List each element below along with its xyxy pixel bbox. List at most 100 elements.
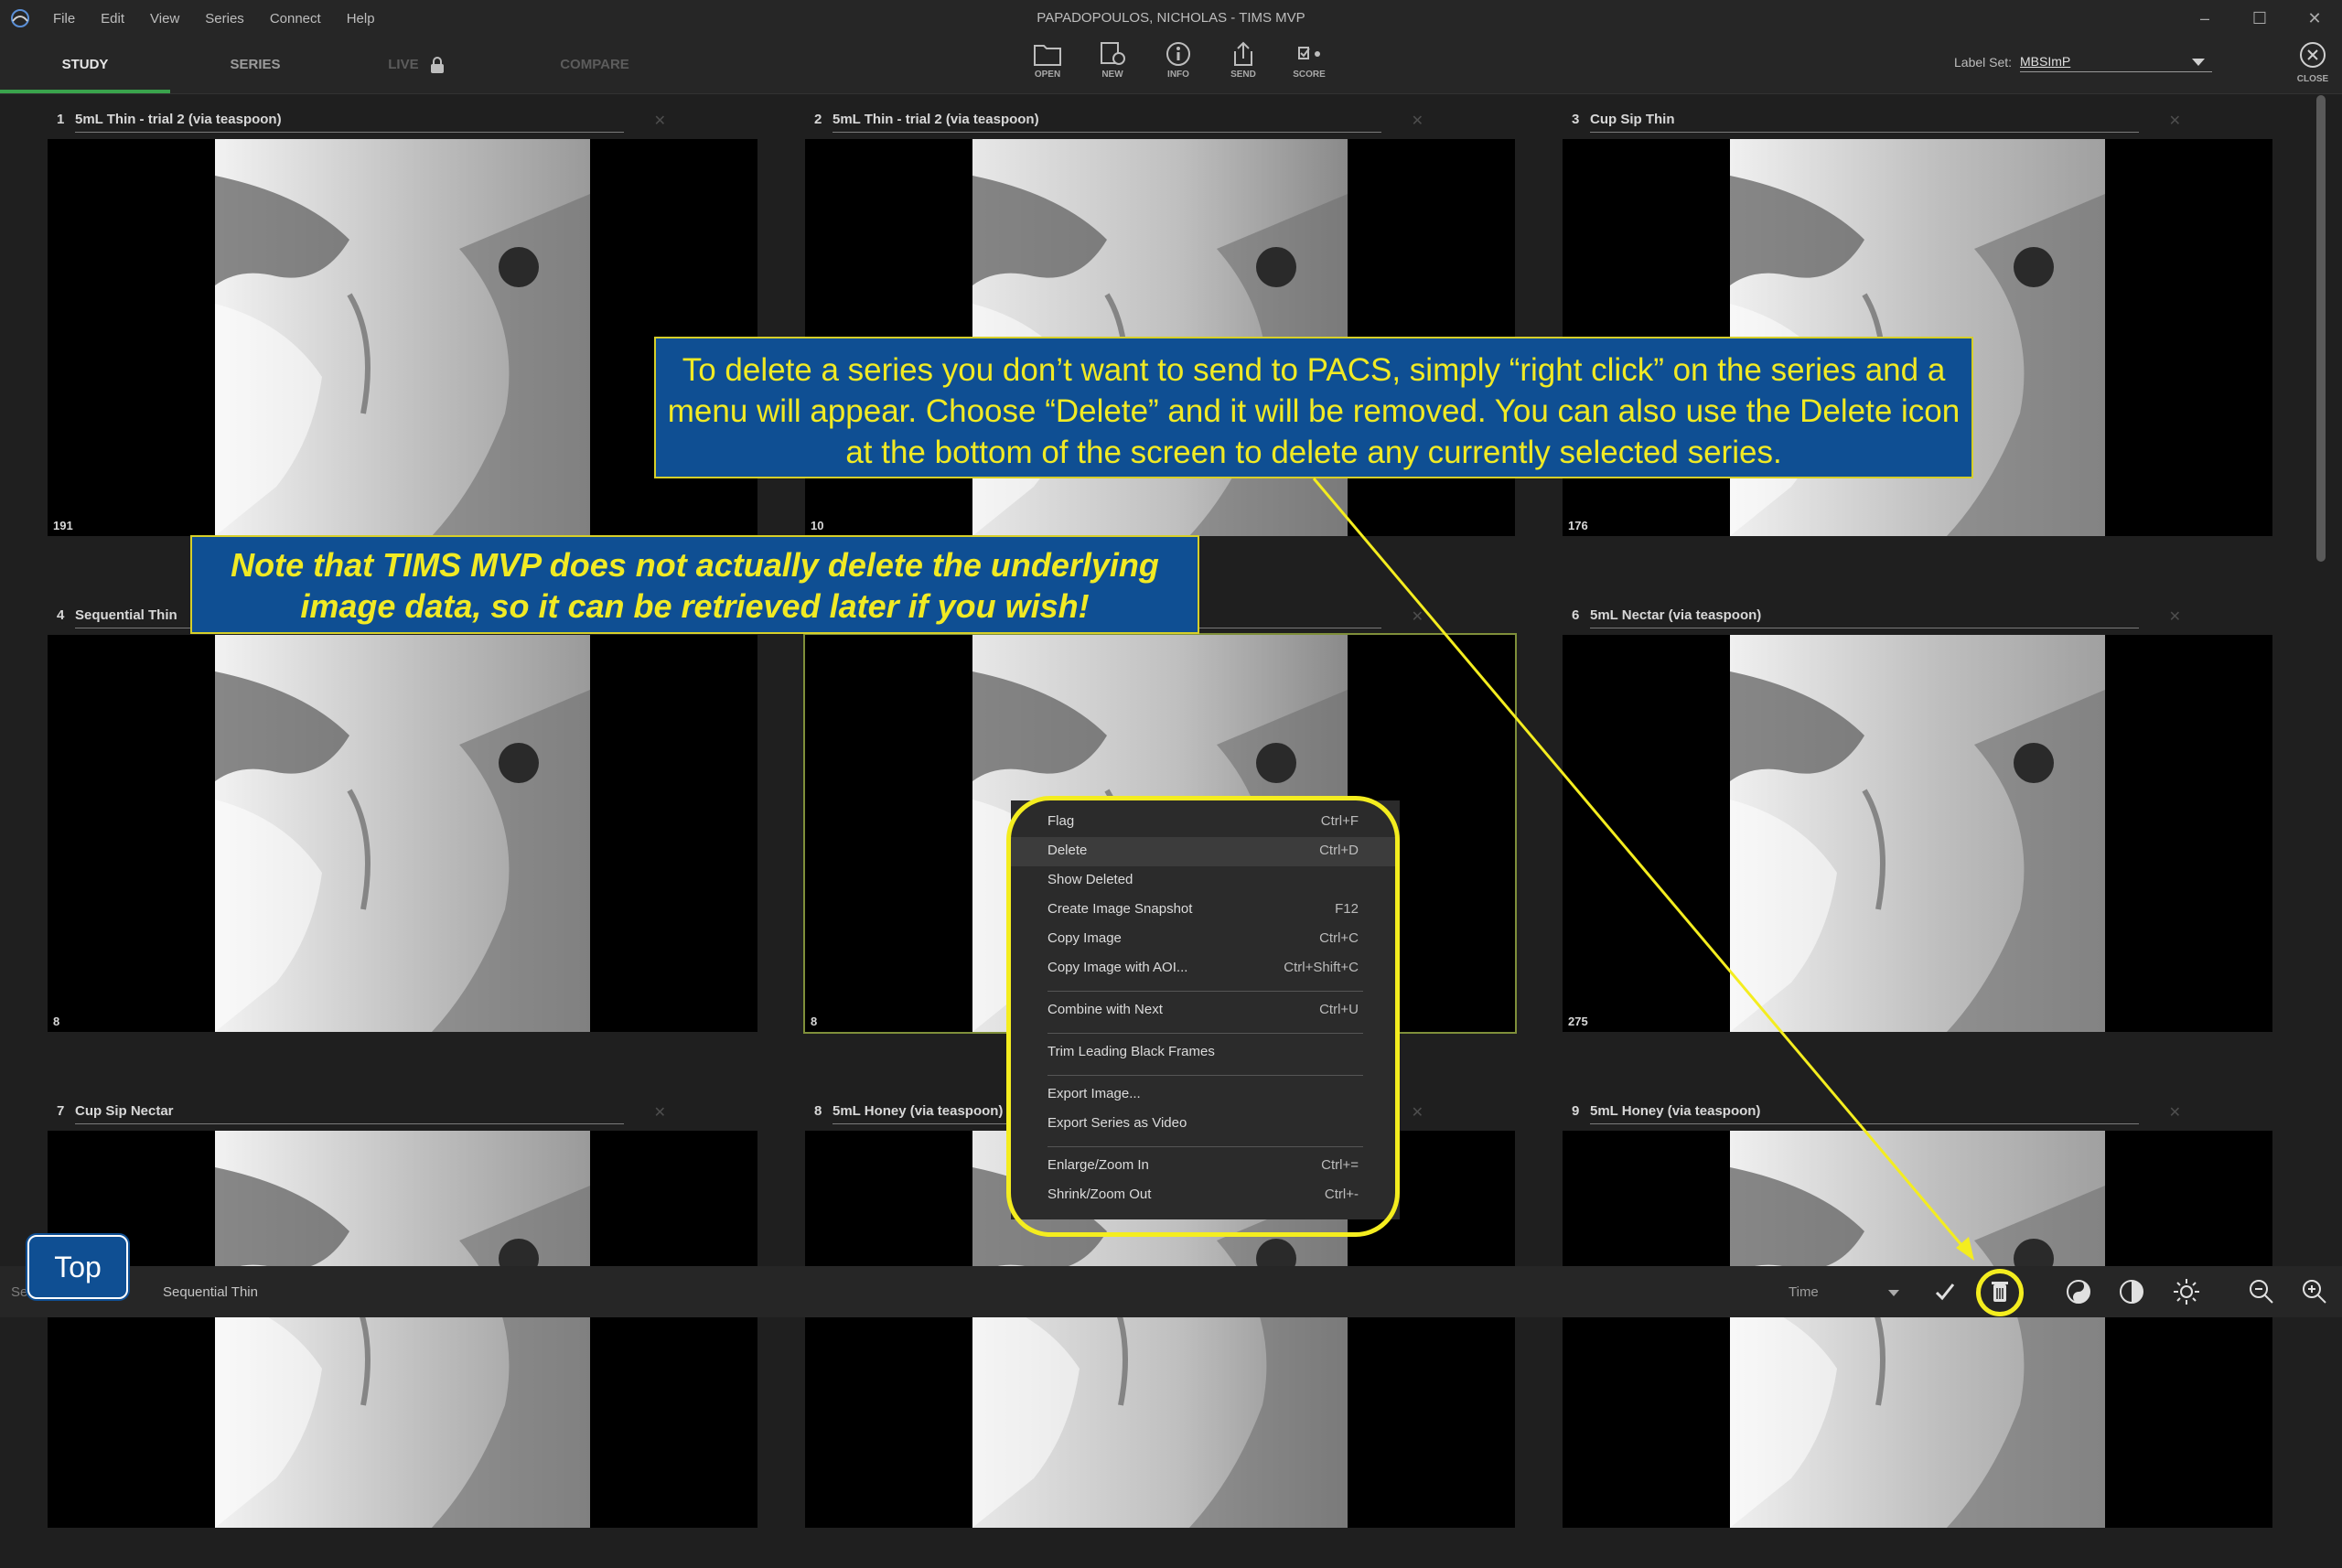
series-number: 3 — [1572, 112, 1580, 127]
title-bar: File Edit View Series Connect Help PAPAD… — [0, 0, 2342, 37]
score-icon — [1298, 47, 1320, 59]
menu-file[interactable]: File — [53, 11, 75, 27]
close-window-button[interactable]: ✕ — [2287, 0, 2342, 37]
tab-study[interactable]: STUDY — [0, 37, 170, 93]
menu-edit[interactable]: Edit — [101, 11, 124, 27]
tab-series[interactable]: SERIES — [170, 37, 340, 90]
status-series-name: Sequential Thin — [163, 1284, 258, 1300]
context-menu-highlight-ring — [1006, 796, 1400, 1237]
remove-series-icon[interactable]: ✕ — [654, 112, 666, 130]
series-tile[interactable]: 1 5mL Thin - trial 2 (via teaspoon) ✕ 191 — [48, 108, 757, 576]
close-study-button[interactable]: CLOSE — [2289, 40, 2337, 88]
series-title[interactable]: 5mL Honey (via teaspoon) — [1590, 1103, 1760, 1119]
series-number: 7 — [57, 1103, 65, 1119]
series-tile-header: 2 5mL Thin - trial 2 (via teaspoon) ✕ — [805, 108, 1515, 134]
brightness-icon[interactable] — [2170, 1275, 2203, 1308]
minimize-button[interactable]: – — [2177, 0, 2232, 37]
frame-count: 8 — [53, 1015, 60, 1028]
series-title[interactable]: Cup Sip Nectar — [75, 1103, 174, 1119]
frame-count: 10 — [811, 519, 824, 532]
series-number: 8 — [814, 1103, 822, 1119]
trash-highlight-ring — [1976, 1269, 2024, 1316]
series-tile-header: 9 5mL Honey (via teaspoon) ✕ — [1563, 1100, 2272, 1125]
tab-live[interactable]: LIVE — [366, 37, 467, 90]
menu-series[interactable]: Series — [205, 11, 244, 27]
menu-bar: File Edit View Series Connect Help — [53, 0, 401, 37]
series-tile-header: 1 5mL Thin - trial 2 (via teaspoon) ✕ — [48, 108, 757, 134]
score-label: SCORE — [1293, 70, 1326, 80]
remove-series-icon[interactable]: ✕ — [1412, 607, 1423, 626]
invert-icon[interactable] — [2062, 1275, 2095, 1308]
xray-frame — [1730, 1131, 2105, 1528]
frame-count: 176 — [1568, 519, 1588, 532]
remove-series-icon[interactable]: ✕ — [2169, 1103, 2181, 1122]
series-number: 2 — [814, 112, 822, 127]
series-number: 1 — [57, 112, 65, 127]
series-title[interactable]: 5mL Honey (via teaspoon) — [833, 1103, 1003, 1119]
xray-frame — [1730, 635, 2105, 1032]
top-button[interactable]: Top — [27, 1235, 128, 1299]
series-title-underline — [1590, 132, 2139, 133]
xray-image[interactable]: 275 — [1563, 635, 2272, 1032]
close-circle-icon — [2300, 42, 2326, 68]
vertical-scrollbar[interactable] — [2316, 95, 2326, 562]
series-title[interactable]: 5mL Thin - trial 2 (via teaspoon) — [75, 112, 282, 127]
menu-help[interactable]: Help — [347, 11, 375, 27]
window-controls: – ☐ ✕ — [2177, 0, 2342, 37]
series-title[interactable]: Sequential Thin — [75, 607, 177, 623]
zoom-in-icon[interactable] — [2298, 1275, 2331, 1308]
frame-count: 8 — [811, 1015, 818, 1028]
menu-view[interactable]: View — [150, 11, 179, 27]
new-label: NEW — [1101, 70, 1123, 80]
label-set-dropdown[interactable]: MBSImP — [2020, 51, 2212, 72]
score-button[interactable]: SCORE — [1284, 40, 1335, 88]
remove-series-icon[interactable]: ✕ — [654, 1103, 666, 1122]
xray-image[interactable] — [48, 1131, 757, 1528]
xray-image[interactable] — [1563, 1131, 2272, 1528]
remove-series-icon[interactable]: ✕ — [2169, 112, 2181, 130]
series-tile[interactable]: 9 5mL Honey (via teaspoon) ✕ — [1563, 1100, 2272, 1568]
chevron-down-icon[interactable] — [2192, 59, 2205, 66]
open-button[interactable]: OPEN — [1022, 40, 1073, 88]
tab-live-label: LIVE — [388, 57, 419, 72]
series-title[interactable]: 5mL Thin - trial 2 (via teaspoon) — [833, 112, 1039, 127]
close-label: CLOSE — [2296, 74, 2329, 84]
series-title-underline — [75, 132, 624, 133]
zoom-out-icon[interactable] — [2245, 1275, 2278, 1308]
remove-series-icon[interactable]: ✕ — [1412, 1103, 1423, 1122]
chevron-down-icon[interactable] — [1888, 1290, 1899, 1296]
remove-series-icon[interactable]: ✕ — [2169, 607, 2181, 626]
series-title-underline — [75, 1123, 624, 1124]
send-icon — [1234, 41, 1252, 66]
send-label: SEND — [1230, 70, 1256, 80]
new-button[interactable]: NEW — [1087, 40, 1138, 88]
menu-connect[interactable]: Connect — [270, 11, 321, 27]
series-tile-header: 7 Cup Sip Nectar ✕ — [48, 1100, 757, 1125]
series-title[interactable]: 5mL Nectar (via teaspoon) — [1590, 607, 1761, 623]
series-tile[interactable]: 4Sequential Thin✕8 — [48, 604, 757, 1072]
open-label: OPEN — [1034, 70, 1061, 80]
xray-image[interactable]: 8 — [48, 635, 757, 1032]
xray-image[interactable]: 191 — [48, 139, 757, 536]
time-dropdown[interactable]: Time — [1789, 1284, 1819, 1300]
tab-compare[interactable]: COMPARE — [531, 37, 659, 90]
info-button[interactable]: INFO — [1153, 40, 1204, 88]
check-icon[interactable] — [1928, 1275, 1961, 1308]
label-set-label: Label Set: — [1954, 55, 2013, 70]
new-series-icon — [1101, 42, 1125, 65]
folder-icon — [1034, 45, 1061, 66]
send-button[interactable]: SEND — [1218, 40, 1269, 88]
maximize-button[interactable]: ☐ — [2232, 0, 2287, 37]
note-callout: Note that TIMS MVP does not actually del… — [190, 535, 1199, 634]
series-tile[interactable]: 7 Cup Sip Nectar ✕ — [48, 1100, 757, 1568]
info-label: INFO — [1167, 70, 1189, 80]
series-number: 4 — [57, 607, 65, 623]
series-tile[interactable]: 6 5mL Nectar (via teaspoon) ✕ 275 — [1563, 604, 2272, 1072]
series-tile-header: 6 5mL Nectar (via teaspoon) ✕ — [1563, 604, 2272, 629]
series-title-underline — [1590, 1123, 2139, 1124]
lock-icon — [430, 57, 444, 74]
contrast-icon[interactable] — [2115, 1275, 2148, 1308]
series-title[interactable]: Cup Sip Thin — [1590, 112, 1674, 127]
remove-series-icon[interactable]: ✕ — [1412, 112, 1423, 130]
series-number: 9 — [1572, 1103, 1580, 1119]
